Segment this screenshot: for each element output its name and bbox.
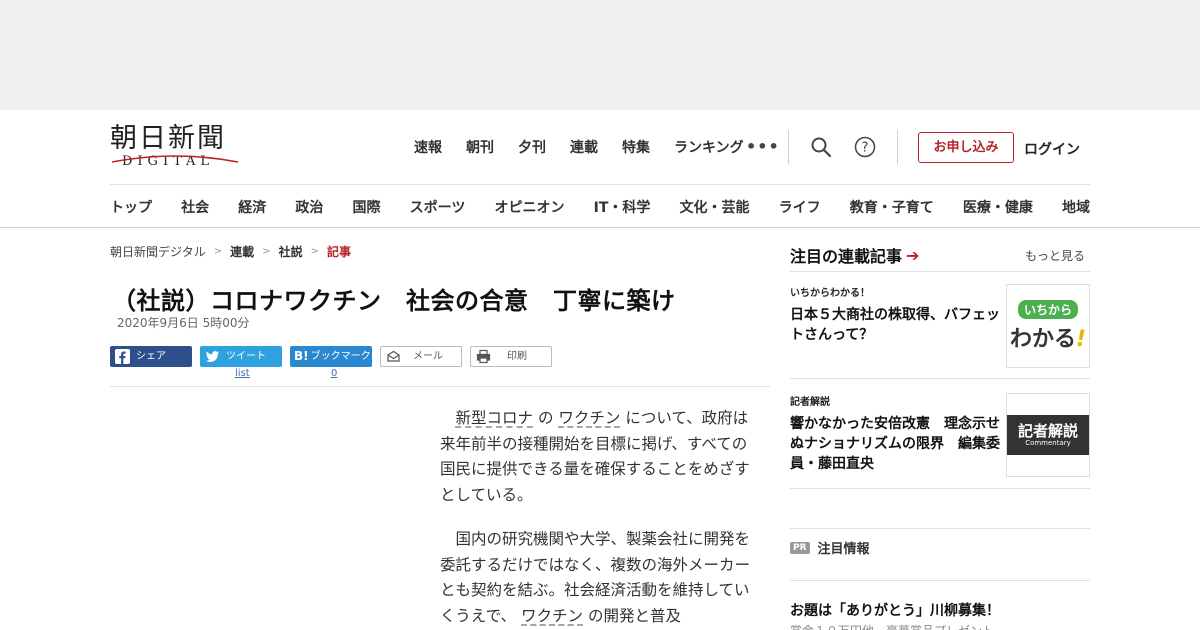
cat-education[interactable]: 教育・子育て (850, 197, 934, 217)
topnav-sokuho[interactable]: 速報 (414, 138, 442, 158)
cat-economy[interactable]: 経済 (238, 197, 266, 217)
series-card[interactable]: 記者解説 響かなかった安倍改憲 理念示せぬナショナリズムの限界 編集委員・藤田直… (790, 393, 1090, 477)
ichikara-thumbnail: いちから わかる ! (1006, 284, 1090, 368)
sidebar-divider (790, 528, 1090, 529)
topnav-yukan[interactable]: 夕刊 (518, 138, 546, 158)
help-icon[interactable]: ? (854, 136, 876, 158)
thumb-wordmark: わかる ! (1010, 321, 1086, 353)
cat-top[interactable]: トップ (110, 197, 152, 217)
cat-culture[interactable]: 文化・芸能 (680, 197, 750, 217)
subscribe-button[interactable]: お申し込み (918, 132, 1014, 163)
paragraph-text: の開発と普及 (583, 606, 681, 625)
cat-society[interactable]: 社会 (181, 197, 209, 217)
logo-kanji: 朝日新聞 (110, 123, 226, 154)
thumb-exclaim: ! (1075, 326, 1087, 352)
topnav-tokushu[interactable]: 特集 (622, 138, 650, 158)
facebook-share-label: シェア (136, 351, 166, 362)
article-paragraph: 国内の研究機関や大学、製薬会社に開発を委託するだけではなく、複数の海外メーカーと… (440, 527, 750, 629)
thumb-top-label: 記者解説 (1017, 421, 1078, 440)
divider (897, 130, 898, 164)
article-headline: （社説）コロナワクチン 社会の合意 丁寧に築け (112, 287, 676, 315)
twitter-share-count[interactable]: list (235, 368, 250, 379)
breadcrumb-sep: > (310, 246, 319, 257)
sidebar-divider (790, 378, 1090, 379)
twitter-share-button[interactable]: ツイート (200, 346, 282, 367)
topnav-ranking[interactable]: ランキング (674, 138, 744, 158)
printer-icon (476, 349, 491, 364)
arrow-right-icon: ➔ (906, 245, 920, 265)
article-date: 2020年9月6日 5時00分 (117, 316, 250, 330)
cat-opinion[interactable]: オピニオン (494, 197, 564, 217)
mail-share-button[interactable]: メール (380, 346, 462, 367)
cat-it-science[interactable]: IT・科学 (594, 197, 651, 217)
divider (788, 130, 789, 164)
share-bar: シェア ツイート B! ブックマーク メール 印刷 (110, 346, 560, 367)
cat-life[interactable]: ライフ (779, 197, 821, 217)
featured-series-heading[interactable]: 注目の連載記事 ➔ (790, 243, 919, 267)
pr-section-header: PR 注目情報 (790, 538, 870, 557)
site-header: 朝日新聞 DIGITAL 速報 朝刊 夕刊 連載 特集 ランキング ••• ? … (0, 110, 1200, 228)
print-button[interactable]: 印刷 (470, 346, 552, 367)
commentary-badge: 記者解説 Commentary (1007, 415, 1089, 455)
series-card[interactable]: いちからわかる！ 日本５大商社の株取得、バフェットさんって？ いちから わかる … (790, 284, 1090, 368)
topnav-choukan[interactable]: 朝刊 (466, 138, 494, 158)
breadcrumb-series[interactable]: 連載 (230, 243, 254, 260)
print-label: 印刷 (507, 351, 527, 362)
breadcrumb-sep: > (262, 246, 271, 257)
top-nav: 速報 朝刊 夕刊 連載 特集 ランキング (414, 138, 768, 158)
more-menu-icon[interactable]: ••• (746, 137, 780, 156)
cat-sports[interactable]: スポーツ (410, 197, 466, 217)
asahi-logo[interactable]: 朝日新聞 DIGITAL (110, 125, 242, 171)
breadcrumb-editorial[interactable]: 社説 (279, 243, 303, 260)
cat-politics[interactable]: 政治 (295, 197, 323, 217)
keyword-link-covid[interactable]: 新型コロナ (456, 409, 534, 427)
breadcrumb-current: 記事 (326, 245, 351, 259)
series-card-title: 日本５大商社の株取得、バフェットさんって？ (790, 307, 1000, 343)
see-more-link[interactable]: もっと見る (1025, 247, 1085, 264)
article-paragraph: 新型コロナ の ワクチン について、政府は来年前半の接種開始を目標に掲げ、すべて… (440, 406, 750, 508)
facebook-icon (115, 349, 130, 364)
sidebar-divider (790, 580, 1090, 581)
keyword-link-vaccine[interactable]: ワクチン (558, 409, 620, 427)
header-rule (110, 184, 1090, 185)
share-divider (110, 386, 770, 387)
hatena-icon: B! (294, 349, 309, 363)
hatena-bookmark-button[interactable]: B! ブックマーク (290, 346, 372, 367)
cat-health[interactable]: 医療・健康 (963, 197, 1033, 217)
topnav-rensai[interactable]: 連載 (570, 138, 598, 158)
ad-banner (0, 0, 1200, 110)
svg-text:?: ? (862, 141, 869, 156)
facebook-share-button[interactable]: シェア (110, 346, 192, 367)
sidebar-divider (790, 271, 1090, 272)
cat-region[interactable]: 地域 (1062, 197, 1090, 217)
breadcrumb-sep: > (213, 246, 223, 257)
pr-section-title: 注目情報 (817, 542, 870, 557)
breadcrumb-home[interactable]: 朝日新聞デジタル (110, 243, 206, 260)
search-icon[interactable] (810, 136, 832, 158)
commentary-thumbnail: 記者解説 Commentary (1006, 393, 1090, 477)
thumb-bottom-label: Commentary (1025, 438, 1071, 447)
mail-icon (387, 350, 400, 362)
logo-arc (111, 155, 239, 163)
thumb-top-label: いちから (1017, 299, 1078, 319)
featured-series-title: 注目の連載記事 (790, 247, 903, 266)
keyword-link-vaccine[interactable]: ワクチン (521, 607, 583, 625)
twitter-share-label: ツイート (226, 351, 266, 362)
twitter-icon (206, 351, 219, 362)
sidebar-divider (790, 488, 1090, 489)
pr-badge: PR (790, 541, 810, 554)
thumb-bottom-label: わかる (1009, 326, 1076, 352)
promo-title[interactable]: お題は「ありがとう」川柳募集！ (790, 600, 1000, 620)
cat-international[interactable]: 国際 (353, 197, 381, 217)
breadcrumb: 朝日新聞デジタル > 連載 > 社説 > 記事 (110, 243, 351, 260)
login-link[interactable]: ログイン (1024, 139, 1080, 159)
mail-share-label: メール (413, 351, 443, 362)
hatena-bookmark-count[interactable]: 0 (331, 368, 337, 379)
hatena-bookmark-label: ブックマーク (310, 351, 371, 362)
paragraph-text: の (533, 409, 559, 427)
promo-subtitle: 賞金１０万円他 豪華賞品プレゼント (790, 622, 994, 630)
series-card-title: 響かなかった安倍改憲 理念示せぬナショナリズムの限界 編集委員・藤田直央 (790, 416, 1000, 472)
article-body: 新型コロナ の ワクチン について、政府は来年前半の接種開始を目標に掲げ、すべて… (440, 406, 750, 630)
category-nav: トップ 社会 経済 政治 国際 スポーツ オピニオン IT・科学 文化・芸能 ラ… (110, 197, 1090, 217)
